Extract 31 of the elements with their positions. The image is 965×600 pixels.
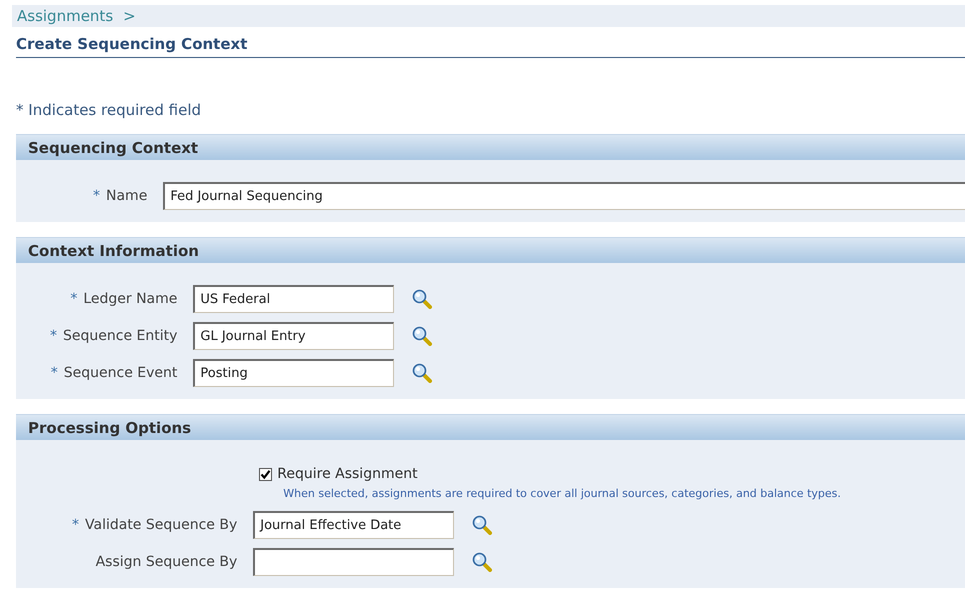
- field-label: Ledger Name: [83, 291, 178, 307]
- field-label: Sequence Event: [64, 365, 178, 381]
- input-field[interactable]: Posting: [193, 359, 394, 387]
- hint-text: When selected, assignments are required to cover all journal sources, categories, and balance types.: [282, 487, 842, 500]
- checkbox[interactable]: [259, 468, 272, 480]
- breadcrumb-separator: >: [123, 7, 136, 25]
- search-icon[interactable]: [412, 289, 432, 309]
- section-header: Processing Options: [16, 414, 965, 440]
- section-header: Sequencing Context: [16, 134, 965, 160]
- input-field[interactable]: Fed Journal Sequencing: [163, 182, 965, 210]
- input-field[interactable]: [253, 548, 454, 576]
- section-header: Context Information: [16, 237, 965, 263]
- required-marker: *: [70, 291, 78, 307]
- field-label: Sequence Entity: [63, 328, 178, 344]
- search-icon[interactable]: [472, 515, 492, 535]
- page-title: Create Sequencing Context: [16, 35, 965, 58]
- input-field[interactable]: US Federal: [193, 285, 394, 313]
- field-label: Assign Sequence By: [96, 554, 238, 570]
- input-field[interactable]: Journal Effective Date: [253, 511, 454, 539]
- search-icon[interactable]: [472, 552, 492, 572]
- field-label: Name: [106, 188, 148, 204]
- input-field[interactable]: GL Journal Entry: [193, 322, 394, 350]
- required-note: * Indicates required field: [16, 101, 202, 119]
- required-marker: *: [72, 517, 79, 533]
- required-marker: *: [93, 188, 100, 204]
- field-label: Validate Sequence By: [85, 517, 238, 533]
- search-icon[interactable]: [412, 326, 432, 346]
- required-marker: *: [50, 365, 58, 381]
- required-marker: *: [50, 328, 57, 344]
- search-icon[interactable]: [412, 363, 432, 383]
- checkbox-label: Require Assignment: [277, 466, 418, 482]
